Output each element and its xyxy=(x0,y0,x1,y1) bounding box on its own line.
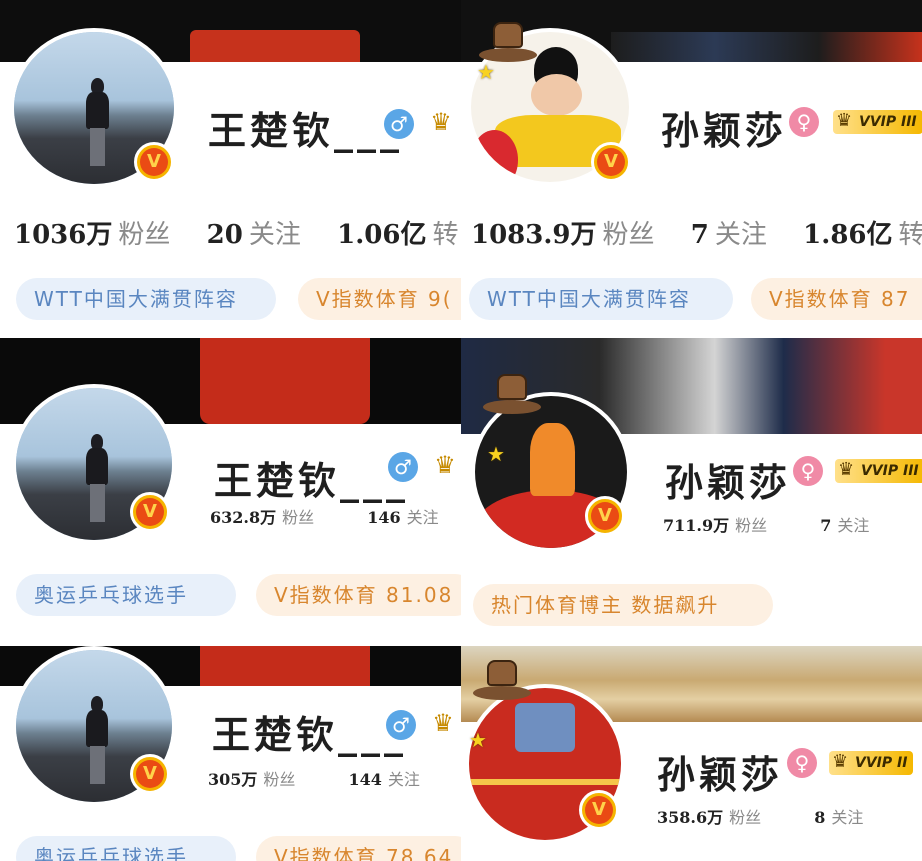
vip-badge[interactable]: ♛ VVIP III xyxy=(833,110,922,134)
stats-row: 305万 粉丝 144 关注 xyxy=(208,766,448,790)
following-stat[interactable]: 7 关注 xyxy=(820,512,869,536)
reposts-stat[interactable]: 1.06亿转 xyxy=(337,214,458,251)
crown-icon[interactable]: ♛ xyxy=(424,109,458,135)
profile-card-wang-1: V 王楚钦___ ♂ ♛ 1036万 粉丝 20 关注 1.06亿转 WTT中国大满… xyxy=(0,0,461,338)
crown-icon[interactable]: ♛ xyxy=(426,710,460,736)
vip-badge[interactable]: ♛ VVIP II xyxy=(829,751,914,775)
username: 孙颖莎 xyxy=(665,460,792,505)
profile-card-wang-3: V 王楚钦___ ♂ ♛ 305万 粉丝 144 关注 奥运乒乓球选手 V指数体育 … xyxy=(0,646,461,861)
stats-row: 711.9万 粉丝 7 关注 xyxy=(663,512,897,536)
hat-badge-icon xyxy=(483,374,541,418)
crown-icon[interactable]: ♛ xyxy=(428,452,461,478)
following-stat[interactable]: 20 关注 xyxy=(207,214,301,251)
stats-row: 358.6万 粉丝 8 关注 xyxy=(657,804,891,828)
following-stat[interactable]: 8 关注 xyxy=(814,804,863,828)
profile-card-sun-3: ★ V 孙颖莎 ♀ ♛ VVIP II 358.6万 粉丝 8 关注 xyxy=(461,646,922,861)
profile-card-wang-2: V 王楚钦___ ♂ ♛ 632.8万 粉丝 146 关注 奥运乒乓球选手 V指数体… xyxy=(0,338,461,646)
stats-row: 1083.9万 粉丝 7 关注 1.86亿转 xyxy=(471,214,922,251)
profile-card-sun-1: ★ V 孙颖莎 ♀ ♛ VVIP III 1083.9万 粉丝 7 关注 1.86亿转… xyxy=(461,0,922,338)
tag-v-index[interactable]: V指数体育 81.08 xyxy=(256,574,461,616)
verified-v-icon: V xyxy=(134,142,174,182)
tag-v-index[interactable]: V指数体育 87 xyxy=(751,278,922,320)
fans-stat[interactable]: 305万 粉丝 xyxy=(208,766,295,790)
star-icon: ★ xyxy=(469,728,487,752)
verified-v-icon: V xyxy=(130,754,170,794)
stats-row: 632.8万 粉丝 146 关注 xyxy=(210,504,461,528)
male-icon: ♂ xyxy=(386,710,416,740)
username: 王楚钦___ xyxy=(214,458,410,503)
fans-stat[interactable]: 632.8万 粉丝 xyxy=(210,504,314,528)
verified-v-icon: V xyxy=(585,496,625,536)
profile-card-sun-2: ★ V 孙颖莎 ♀ ♛ VVIP III 711.9万 粉丝 7 关注 热门体育博主 … xyxy=(461,338,922,646)
verified-v-icon: V xyxy=(130,492,170,532)
fans-stat[interactable]: 711.9万 粉丝 xyxy=(663,512,767,536)
tag-v-index[interactable]: V指数体育 9( xyxy=(298,278,461,320)
reposts-stat[interactable]: 1.86亿转 xyxy=(803,214,922,251)
female-icon: ♀ xyxy=(787,748,817,778)
fans-stat[interactable]: 1083.9万 粉丝 xyxy=(471,214,655,251)
tag-v-index[interactable]: V指数体育 78.64 xyxy=(256,836,461,861)
star-icon: ★ xyxy=(487,442,505,466)
following-stat[interactable]: 146 关注 xyxy=(367,504,438,528)
stats-row: 1036万 粉丝 20 关注 1.06亿转 xyxy=(14,214,461,251)
tag-hot-blogger[interactable]: 热门体育博主 数据飙升 xyxy=(473,584,773,626)
star-icon: ★ xyxy=(477,60,495,84)
female-icon: ♀ xyxy=(793,456,823,486)
verified-v-icon: V xyxy=(591,142,631,182)
female-icon: ♀ xyxy=(789,107,819,137)
username: 孙颖莎 xyxy=(661,108,788,153)
fans-stat[interactable]: 358.6万 粉丝 xyxy=(657,804,761,828)
username: 孙颖莎 xyxy=(657,752,784,797)
tag-event[interactable]: WTT中国大满贯阵容 xyxy=(16,278,276,320)
crown-icon: ♛ xyxy=(832,751,849,772)
username: 王楚钦___ xyxy=(212,712,408,757)
male-icon: ♂ xyxy=(384,109,414,139)
crown-icon: ♛ xyxy=(838,459,855,480)
verified-v-icon: V xyxy=(579,790,619,830)
hat-badge-icon xyxy=(473,660,531,704)
following-stat[interactable]: 7 关注 xyxy=(691,214,767,251)
following-stat[interactable]: 144 关注 xyxy=(349,766,420,790)
vip-badge[interactable]: ♛ VVIP III xyxy=(835,459,922,483)
crown-icon: ♛ xyxy=(836,110,853,131)
male-icon: ♂ xyxy=(388,452,418,482)
username: 王楚钦___ xyxy=(208,108,404,153)
tag-olympic[interactable]: 奥运乒乓球选手 xyxy=(16,836,236,861)
fans-stat[interactable]: 1036万 粉丝 xyxy=(14,214,170,251)
tag-olympic[interactable]: 奥运乒乓球选手 xyxy=(16,574,236,616)
tag-event[interactable]: WTT中国大满贯阵容 xyxy=(469,278,733,320)
